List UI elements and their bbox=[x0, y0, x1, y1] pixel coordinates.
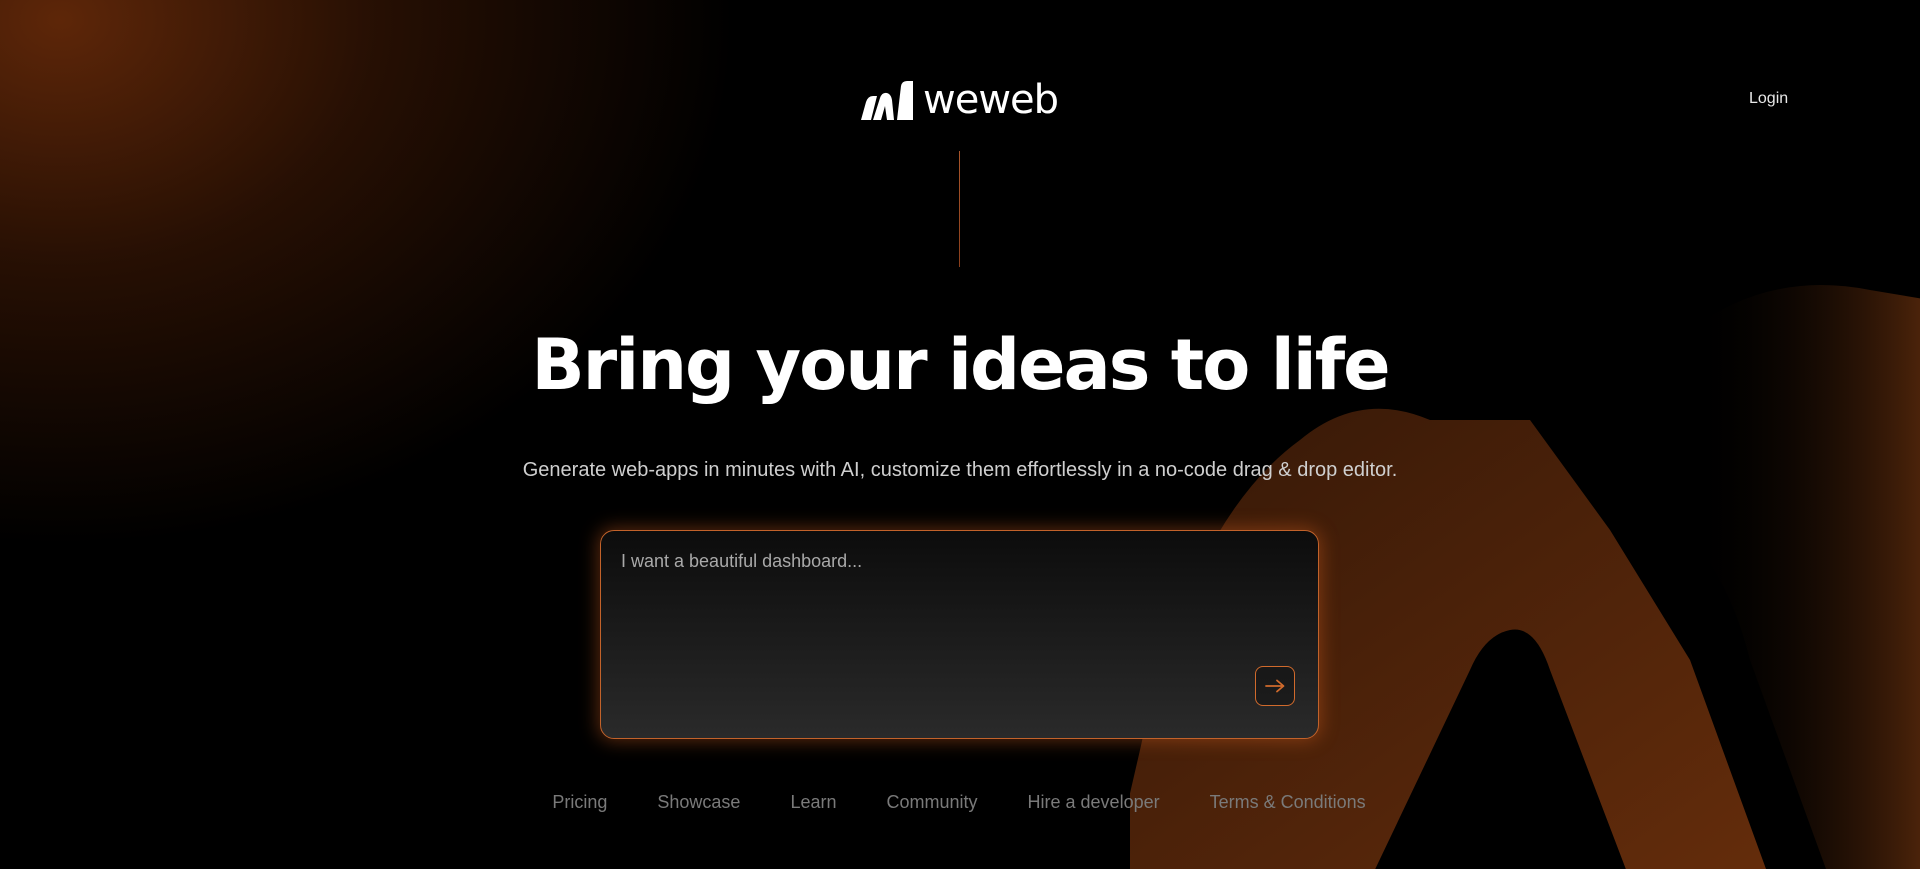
footer-link-community[interactable]: Community bbox=[886, 790, 977, 814]
hero-subtitle: Generate web-apps in minutes with AI, cu… bbox=[522, 459, 1398, 481]
footer-link-terms[interactable]: Terms & Conditions bbox=[1210, 790, 1366, 814]
prompt-input[interactable] bbox=[621, 549, 1261, 689]
page: weweb Login Bring your ideas to life Gen… bbox=[0, 0, 1920, 869]
weweb-logo[interactable]: weweb bbox=[861, 77, 1059, 123]
divider-line bbox=[959, 151, 960, 267]
footer-link-pricing[interactable]: Pricing bbox=[552, 790, 607, 814]
footer-nav: Pricing Showcase Learn Community Hire a … bbox=[0, 790, 1919, 814]
footer-link-hire-a-developer[interactable]: Hire a developer bbox=[1028, 790, 1160, 814]
footer-link-learn[interactable]: Learn bbox=[790, 790, 836, 814]
hero-title: Bring your ideas to life bbox=[531, 324, 1390, 406]
weweb-logo-icon bbox=[861, 81, 913, 120]
login-link[interactable]: Login bbox=[1749, 90, 1788, 108]
arrow-right-icon bbox=[1265, 679, 1285, 693]
footer-link-showcase[interactable]: Showcase bbox=[657, 790, 740, 814]
submit-button[interactable] bbox=[1255, 666, 1295, 706]
brand-name: weweb bbox=[923, 77, 1059, 123]
prompt-box bbox=[600, 530, 1319, 739]
